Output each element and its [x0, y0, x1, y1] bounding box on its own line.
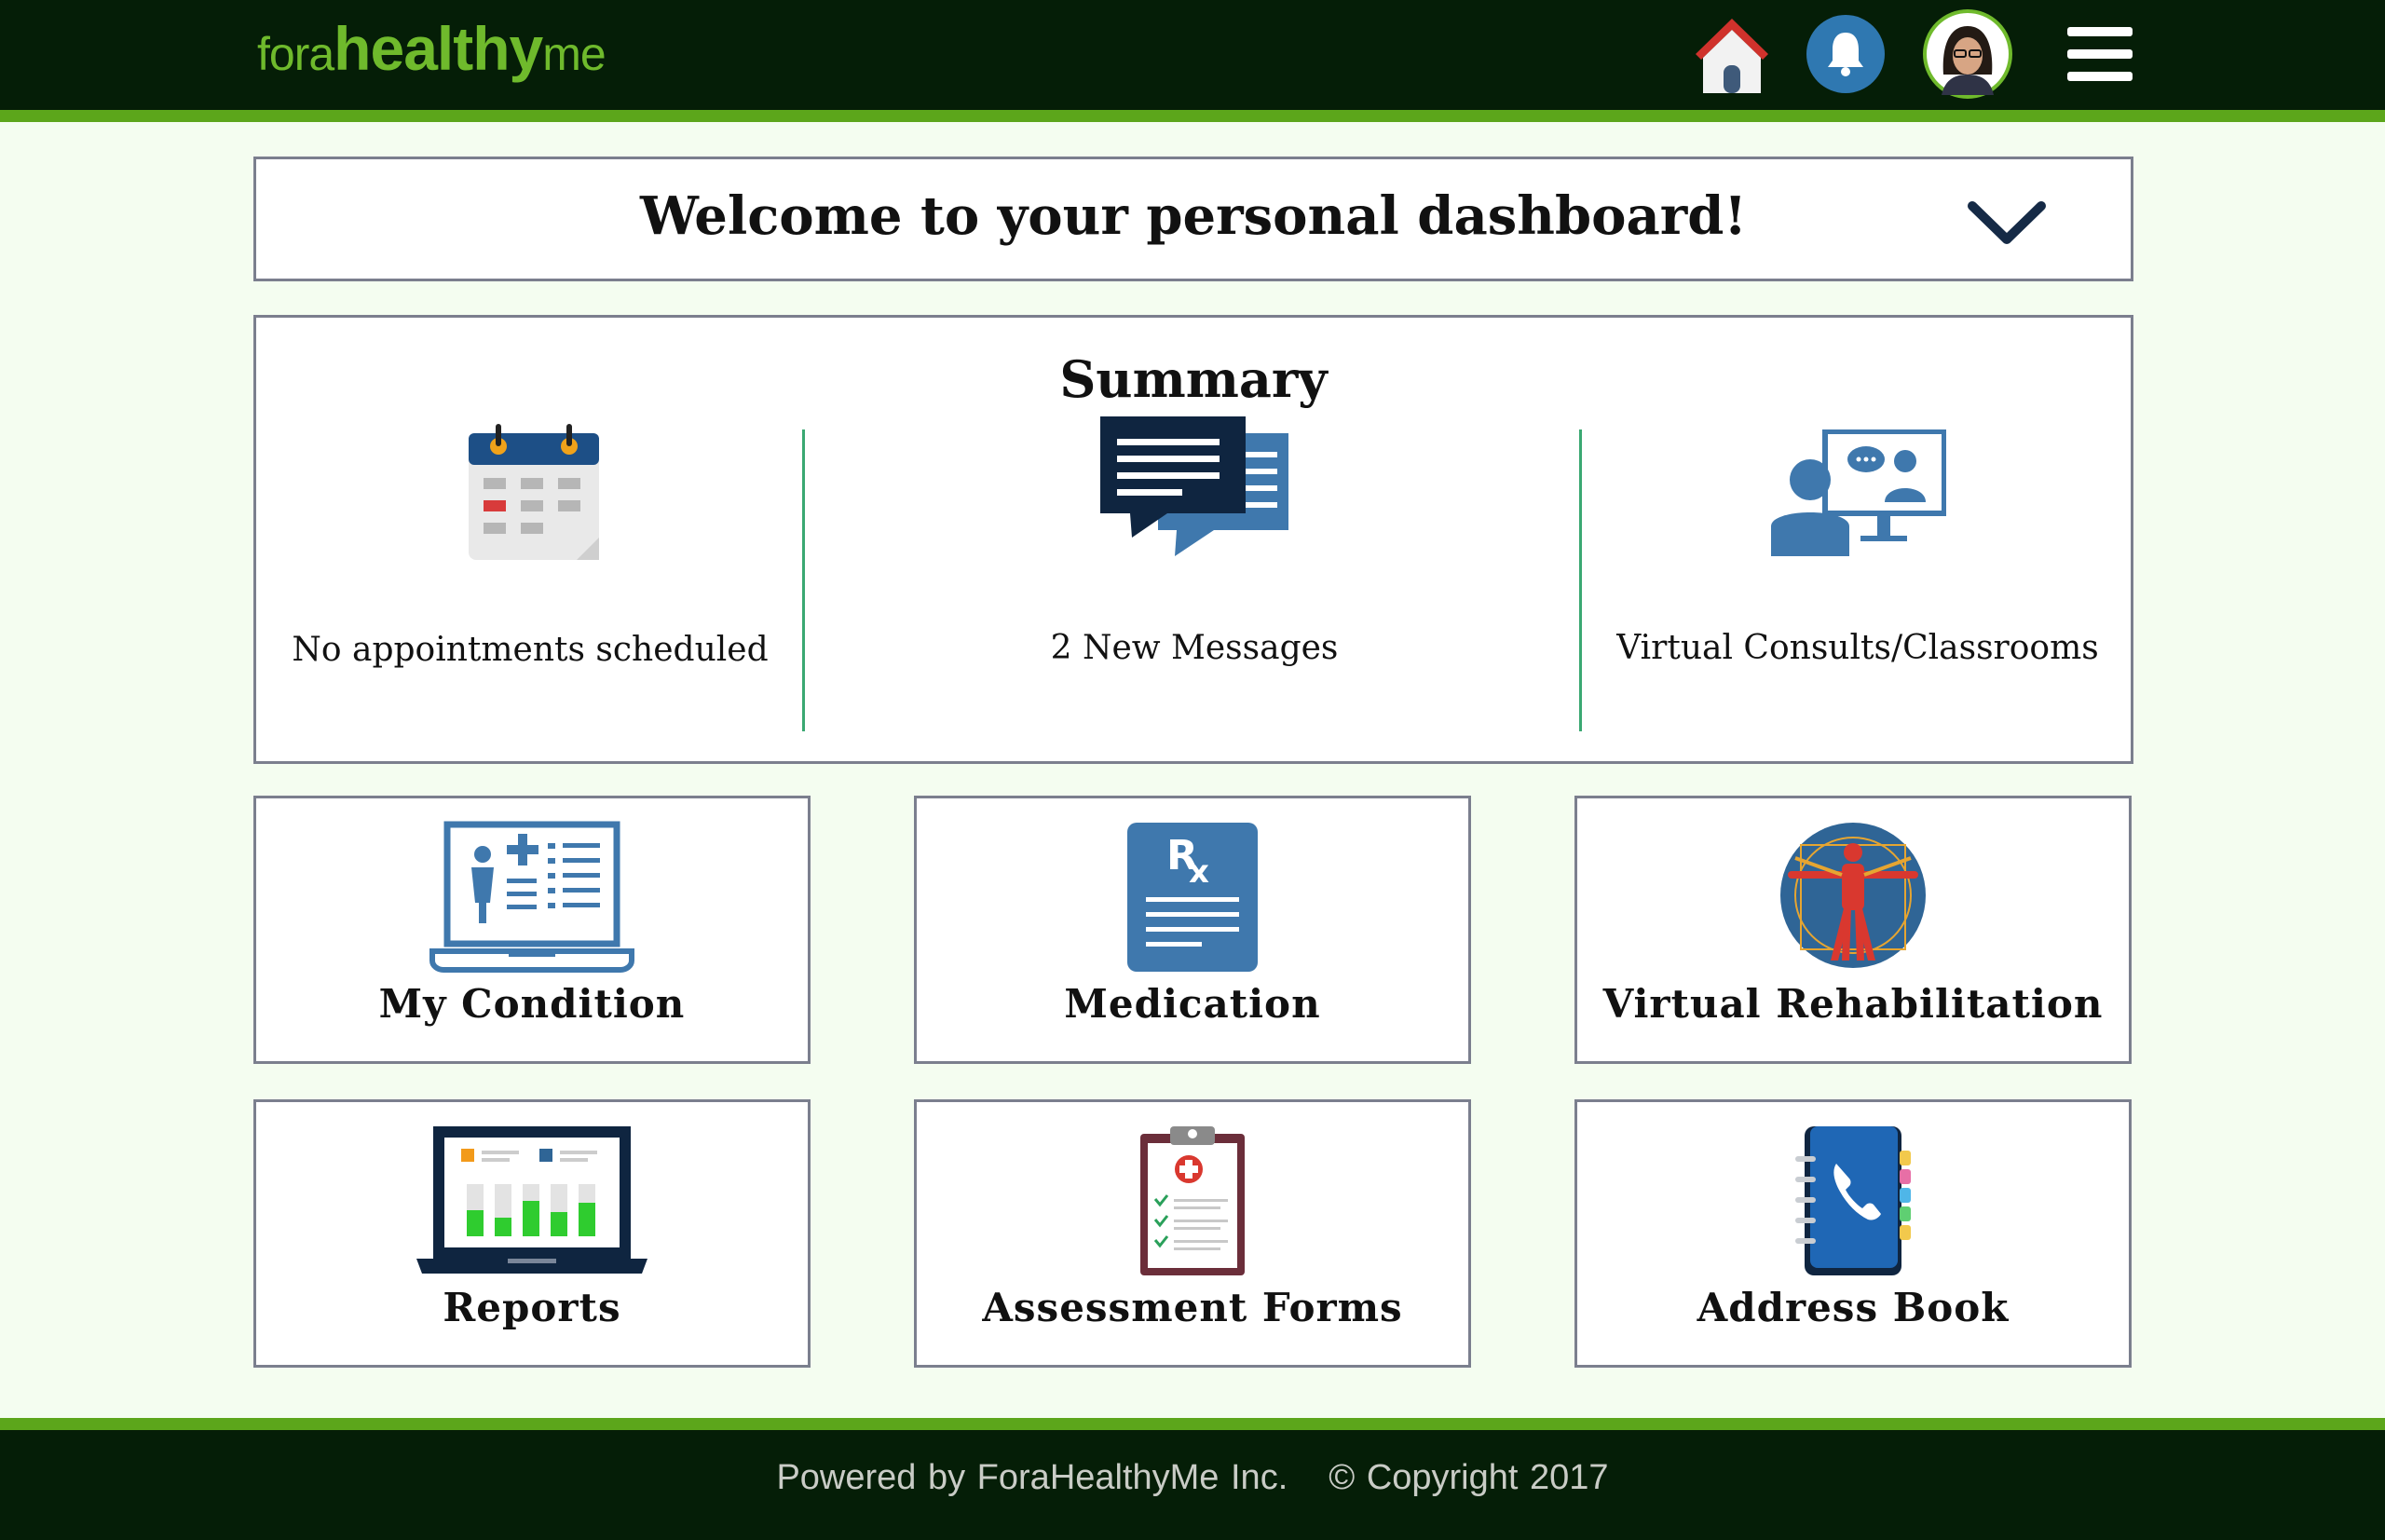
hamburger-menu-icon	[2067, 27, 2133, 81]
tile-virtual-rehabilitation[interactable]: Virtual Rehabilitation	[1574, 796, 2132, 1064]
header-accent-stripe	[0, 110, 2385, 122]
copyright-text: © Copyright 2017	[1329, 1458, 1609, 1497]
bell-icon	[1806, 15, 1885, 93]
logo-healthy: healthy	[334, 14, 543, 83]
footer-accent-stripe	[0, 1418, 2385, 1430]
appointments-label: No appointments scheduled	[292, 631, 769, 669]
avatar-icon	[1923, 9, 2012, 99]
tile-address-book[interactable]: Address Book	[1574, 1099, 2132, 1368]
vitruvian-man-icon	[1780, 823, 1926, 968]
notifications-button[interactable]	[1804, 11, 1888, 97]
medical-chart-laptop-icon	[429, 821, 634, 973]
virtual-consults-summary[interactable]: Virtual Consults/Classrooms	[1583, 411, 2133, 746]
virtual-consults-label: Virtual Consults/Classrooms	[1616, 629, 2099, 667]
prescription-icon: R x	[1127, 823, 1258, 972]
summary-panel: Summary No appointments scheduled 2 New …	[253, 315, 2133, 764]
user-avatar[interactable]	[1921, 9, 2014, 99]
welcome-banner[interactable]: Welcome to your personal dashboard!	[253, 157, 2133, 281]
summary-title: Summary	[1059, 349, 1328, 409]
clipboard-icon	[1140, 1126, 1245, 1275]
menu-button[interactable]	[2061, 11, 2139, 97]
welcome-title: Welcome to your personal dashboard!	[639, 185, 1748, 247]
summary-divider-1	[802, 429, 805, 731]
tile-label: Address Book	[1697, 1285, 2010, 1330]
logo-fora: fora	[257, 28, 334, 80]
footer-text: Powered by ForaHealthyMe Inc. © Copyright…	[0, 1458, 2385, 1498]
powered-by-text: Powered by ForaHealthyMe Inc.	[776, 1458, 1288, 1497]
tile-reports[interactable]: Reports	[253, 1099, 811, 1368]
brand-logo[interactable]: fora healthy me	[257, 13, 606, 97]
appointments-summary[interactable]: No appointments scheduled	[256, 411, 804, 746]
messages-icon	[1100, 416, 1288, 556]
tile-medication[interactable]: R x Medication	[914, 796, 1471, 1064]
home-button[interactable]	[1690, 11, 1774, 97]
reports-laptop-icon	[416, 1126, 647, 1274]
calendar-icon	[469, 424, 599, 560]
tile-label: Virtual Rehabilitation	[1602, 981, 2104, 1027]
address-book-icon	[1795, 1126, 1911, 1275]
tile-label: Reports	[443, 1285, 621, 1330]
top-bar: fora healthy me	[0, 0, 2385, 110]
logo-me: me	[542, 28, 606, 80]
home-icon	[1696, 19, 1768, 93]
svg-text:x: x	[1189, 853, 1209, 891]
tile-label: Medication	[1064, 981, 1321, 1027]
tile-label: Assessment Forms	[982, 1285, 1403, 1330]
summary-divider-2	[1579, 429, 1582, 731]
tile-label: My Condition	[378, 981, 686, 1027]
tile-assessment-forms[interactable]: Assessment Forms	[914, 1099, 1471, 1368]
messages-label: 2 New Messages	[1050, 629, 1339, 667]
tile-my-condition[interactable]: My Condition	[253, 796, 811, 1064]
messages-summary[interactable]: 2 New Messages	[806, 411, 1583, 746]
video-consult-icon	[1771, 429, 1946, 556]
chevron-down-icon[interactable]	[1965, 197, 2049, 251]
footer: Powered by ForaHealthyMe Inc. © Copyright…	[0, 1430, 2385, 1540]
